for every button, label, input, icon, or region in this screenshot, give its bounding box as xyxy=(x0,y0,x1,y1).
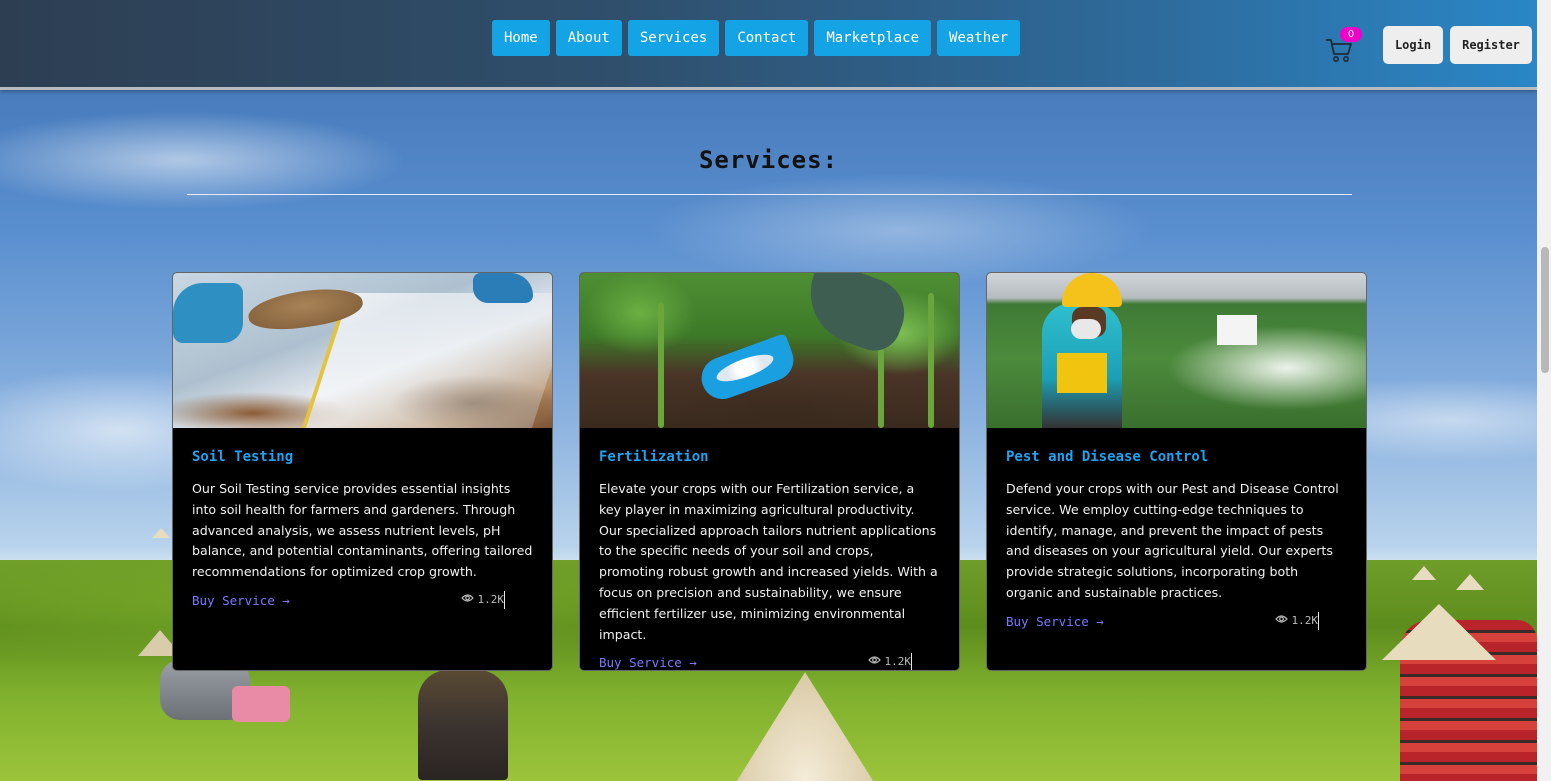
hard-hat xyxy=(1062,273,1122,307)
worker-hat xyxy=(152,528,170,538)
worker-hat xyxy=(1412,566,1436,580)
service-card-pest-control: Pest and Disease Control Defend your cro… xyxy=(986,272,1367,671)
divider xyxy=(1318,611,1319,630)
card-body: Pest and Disease Control Defend your cro… xyxy=(987,428,1366,634)
view-count: 1.2K xyxy=(1274,613,1319,627)
divider xyxy=(911,653,912,670)
section-divider xyxy=(187,194,1352,195)
main-nav: Home About Services Contact Marketplace … xyxy=(492,20,1021,56)
respirator-mask xyxy=(1071,319,1101,339)
glove xyxy=(473,273,533,303)
nav-weather[interactable]: Weather xyxy=(937,20,1021,56)
service-card-fertilization: Fertilization Elevate your crops with ou… xyxy=(579,272,960,671)
glove xyxy=(796,273,914,358)
worker-bag xyxy=(232,686,290,722)
buy-service-link[interactable]: Buy Service → xyxy=(599,655,697,670)
card-description: Our Soil Testing service provides essent… xyxy=(192,481,533,580)
card-footer: Buy Service → 1.2K xyxy=(1006,611,1347,634)
nav-about[interactable]: About xyxy=(555,20,622,56)
buy-service-link[interactable]: Buy Service → xyxy=(1006,614,1104,629)
service-card-soil-testing: Soil Testing Our Soil Testing service pr… xyxy=(172,272,553,671)
view-count-value: 1.2K xyxy=(477,592,505,606)
glove xyxy=(173,283,243,343)
nav-services[interactable]: Services xyxy=(627,20,720,56)
card-body: Fertilization Elevate your crops with ou… xyxy=(580,428,959,670)
field-sign xyxy=(1217,315,1257,345)
safety-vest xyxy=(1057,353,1107,393)
pest-control-image xyxy=(987,273,1366,428)
nav-contact[interactable]: Contact xyxy=(725,20,809,56)
eye-icon xyxy=(460,593,474,606)
worker-hat xyxy=(1456,574,1484,590)
fertilization-image xyxy=(580,273,959,428)
eye-icon xyxy=(867,655,881,668)
nav-home[interactable]: Home xyxy=(492,20,550,56)
login-button[interactable]: Login xyxy=(1383,26,1443,64)
page-scrollbar[interactable] xyxy=(1537,0,1551,781)
view-count-value: 1.2K xyxy=(884,655,912,669)
register-button[interactable]: Register xyxy=(1450,26,1532,64)
buy-service-link[interactable]: Buy Service → xyxy=(192,593,290,608)
site-header: Home About Services Contact Marketplace … xyxy=(0,0,1537,90)
field-worker xyxy=(418,670,508,780)
card-footer: Buy Service → 1.2K xyxy=(599,653,940,670)
section-title: Services: xyxy=(698,146,839,174)
view-count: 1.2K xyxy=(867,655,912,669)
plant-stem xyxy=(928,293,934,428)
nav-marketplace[interactable]: Marketplace xyxy=(814,20,932,56)
view-count-value: 1.2K xyxy=(1291,613,1319,627)
plant-stem xyxy=(658,303,664,428)
card-title: Pest and Disease Control xyxy=(1006,449,1209,465)
soil-testing-image xyxy=(173,273,552,428)
cart-count-badge: 0 xyxy=(1340,27,1362,42)
card-description: Defend your crops with our Pest and Dise… xyxy=(1006,481,1339,600)
view-count: 1.2K xyxy=(460,592,505,606)
card-title: Fertilization xyxy=(599,449,709,465)
card-title: Soil Testing xyxy=(192,449,294,465)
card-body: Soil Testing Our Soil Testing service pr… xyxy=(173,428,552,613)
divider xyxy=(504,590,505,609)
card-description: Elevate your crops with our Fertilizatio… xyxy=(599,481,938,642)
eye-icon xyxy=(1274,614,1288,627)
scrollbar-thumb[interactable] xyxy=(1541,247,1549,373)
card-footer: Buy Service → 1.2K xyxy=(192,590,533,613)
